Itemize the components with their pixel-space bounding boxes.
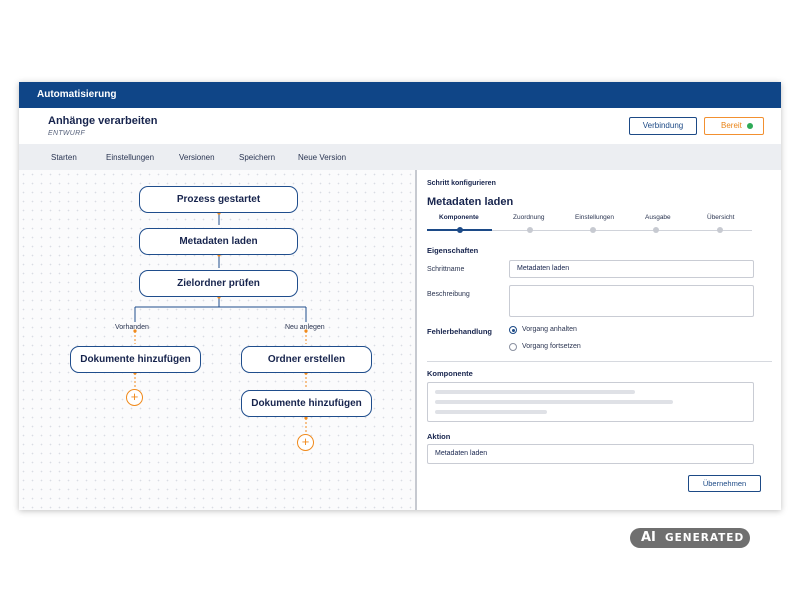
radio-option-continue-label: Vorgang fortsetzen (522, 343, 581, 350)
node-add-documents-left[interactable]: Dokumente hinzufügen (70, 346, 201, 373)
step-dot-active (457, 227, 463, 233)
panel-subtitle: Schritt konfigurieren (427, 180, 496, 187)
component-box[interactable] (427, 382, 754, 422)
node-check-target-folder[interactable]: Zielordner prüfen (139, 270, 298, 297)
section-divider (427, 361, 772, 362)
node-process-started[interactable]: Prozess gestartet (139, 186, 298, 213)
properties-heading: Eigenschaften (427, 246, 479, 255)
toolbar: Starten Einstellungen Versionen Speicher… (19, 144, 781, 170)
step-name-input[interactable]: Metadaten laden (509, 260, 754, 278)
menu-item-settings[interactable]: Einstellungen (106, 153, 154, 162)
component-heading: Komponente (427, 369, 473, 378)
action-heading: Aktion (427, 432, 451, 441)
action-input[interactable]: Metadaten laden (427, 444, 754, 464)
connection-button[interactable]: Verbindung (629, 117, 697, 135)
step-dot (527, 227, 533, 233)
flow-connectors (133, 211, 308, 433)
menu-item-save[interactable]: Speichern (239, 153, 275, 162)
step-name-label: Schrittname (427, 266, 465, 273)
panel-title: Metadaten laden (427, 196, 514, 208)
step-dot (653, 227, 659, 233)
step-output[interactable]: Ausgabe (645, 214, 671, 221)
add-step-icon[interactable]: + (297, 434, 314, 451)
menu-item-new-version[interactable]: Neue Version (298, 153, 346, 162)
step-dot (717, 227, 723, 233)
branch-label-create: Neu anlegen (285, 324, 325, 331)
config-panel: Schritt konfigurieren Metadaten laden Ko… (417, 170, 781, 510)
flow-canvas[interactable]: Prozess gestartet Metadaten laden Zielor… (19, 170, 415, 510)
status-indicator-icon (747, 123, 753, 129)
apply-button[interactable]: Übernehmen (688, 475, 761, 492)
ai-badge-text: GENERATED (665, 532, 745, 544)
add-step-icon[interactable]: + (126, 389, 143, 406)
node-add-documents-right[interactable]: Dokumente hinzufügen (241, 390, 372, 417)
radio-option-stop-label: Vorgang anhalten (522, 326, 577, 333)
radio-checked-icon[interactable] (509, 326, 517, 334)
flow-header: Anhänge verarbeiten ENTWURF Verbindung B… (19, 108, 781, 144)
error-handling-label: Fehlerbehandlung (427, 327, 493, 336)
branch-label-exists: Vorhanden (115, 324, 149, 331)
status-label: Bereit (721, 121, 742, 130)
placeholder-line (435, 400, 673, 404)
placeholder-line (435, 410, 547, 414)
description-input[interactable] (509, 285, 754, 317)
app-title: Automatisierung (37, 89, 117, 100)
description-label: Beschreibung (427, 291, 470, 298)
step-component[interactable]: Komponente (439, 214, 479, 221)
flow-state-badge: ENTWURF (48, 130, 86, 137)
title-bar: Automatisierung (19, 82, 781, 108)
node-create-folder[interactable]: Ordner erstellen (241, 346, 372, 373)
app-window: Automatisierung Anhänge verarbeiten ENTW… (19, 82, 781, 510)
node-load-metadata[interactable]: Metadaten laden (139, 228, 298, 255)
placeholder-line (435, 390, 635, 394)
step-dot (590, 227, 596, 233)
menu-item-versions[interactable]: Versionen (179, 153, 215, 162)
step-overview[interactable]: Übersicht (707, 214, 734, 221)
ai-badge-label: AI (641, 530, 656, 545)
menu-item-start[interactable]: Starten (51, 153, 77, 162)
status-ready-button[interactable]: Bereit (704, 117, 764, 135)
radio-unchecked-icon[interactable] (509, 343, 517, 351)
step-mapping[interactable]: Zuordnung (513, 214, 544, 221)
step-settings[interactable]: Einstellungen (575, 214, 614, 221)
flow-name: Anhänge verarbeiten (48, 115, 158, 127)
ai-generated-badge: AI GENERATED (630, 528, 750, 548)
